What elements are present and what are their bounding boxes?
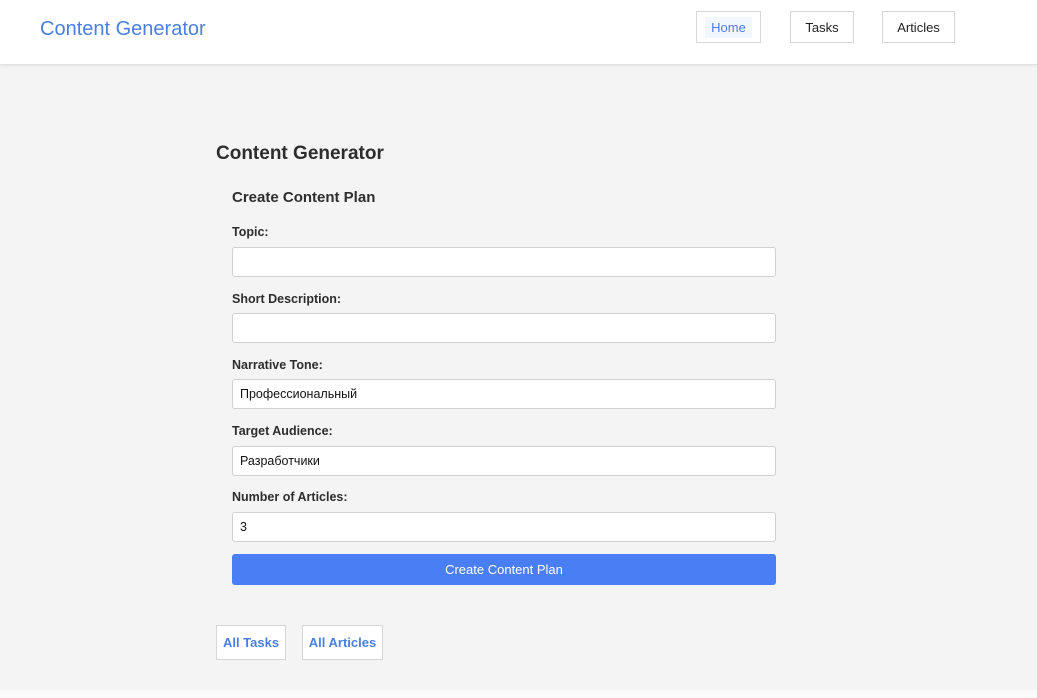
nav-home-button[interactable]: Home	[696, 11, 761, 43]
all-articles-link[interactable]: All Articles	[302, 625, 383, 660]
article-count-input[interactable]	[232, 512, 776, 542]
page-title: Content Generator	[216, 143, 384, 164]
topic-label: Topic:	[232, 225, 269, 239]
article-count-label: Number of Articles:	[232, 490, 348, 504]
all-tasks-link[interactable]: All Tasks	[216, 625, 286, 660]
tone-label: Narrative Tone:	[232, 358, 323, 372]
footer-strip	[0, 690, 1037, 698]
description-label: Short Description:	[232, 292, 342, 306]
nav-home-label: Home	[705, 16, 752, 38]
top-navbar: Content Generator Home Tasks Articles	[0, 0, 1037, 65]
audience-label: Target Audience:	[232, 424, 333, 438]
tone-input[interactable]	[232, 379, 776, 409]
brand-title[interactable]: Content Generator	[40, 18, 206, 41]
form-title: Create Content Plan	[232, 189, 376, 206]
nav-articles-button[interactable]: Articles	[882, 11, 955, 43]
description-input[interactable]	[232, 313, 776, 343]
create-content-plan-button[interactable]: Create Content Plan	[232, 554, 776, 585]
nav-tasks-button[interactable]: Tasks	[790, 11, 854, 43]
audience-input[interactable]	[232, 446, 776, 476]
topic-input[interactable]	[232, 247, 776, 277]
